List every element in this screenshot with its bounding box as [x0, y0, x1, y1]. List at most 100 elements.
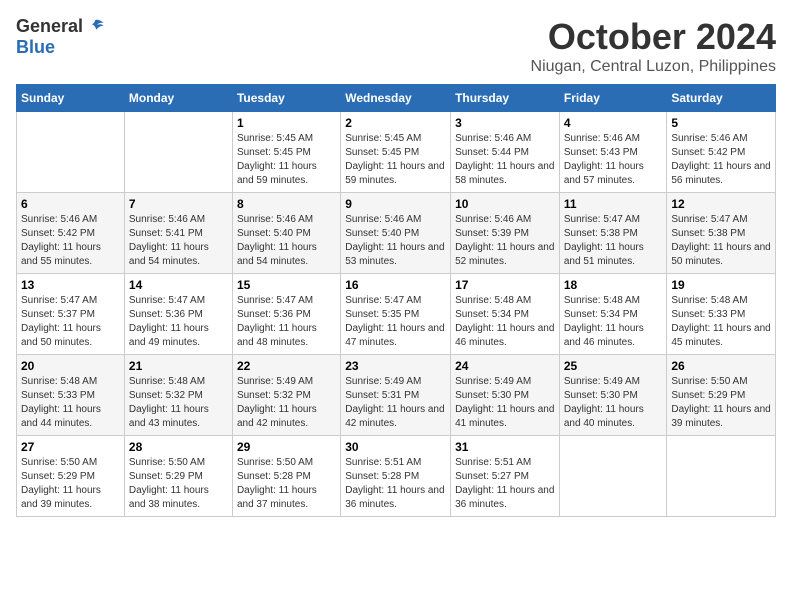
calendar-cell: 29 Sunrise: 5:50 AMSunset: 5:28 PMDayligh…	[232, 436, 340, 517]
calendar-cell: 13 Sunrise: 5:47 AMSunset: 5:37 PMDayligh…	[17, 274, 125, 355]
calendar-cell: 12 Sunrise: 5:47 AMSunset: 5:38 PMDayligh…	[667, 193, 776, 274]
calendar-cell: 11 Sunrise: 5:47 AMSunset: 5:38 PMDayligh…	[559, 193, 667, 274]
day-info: Sunrise: 5:47 AMSunset: 5:38 PMDaylight:…	[671, 213, 771, 269]
calendar-cell: 28 Sunrise: 5:50 AMSunset: 5:29 PMDayligh…	[124, 436, 232, 517]
calendar-cell: 15 Sunrise: 5:47 AMSunset: 5:36 PMDayligh…	[232, 274, 340, 355]
column-header-saturday: Saturday	[667, 85, 776, 112]
day-number: 13	[21, 278, 120, 292]
day-number: 25	[564, 359, 663, 373]
day-info: Sunrise: 5:48 AMSunset: 5:33 PMDaylight:…	[671, 294, 771, 350]
day-info: Sunrise: 5:48 AMSunset: 5:34 PMDaylight:…	[455, 294, 555, 350]
column-header-sunday: Sunday	[17, 85, 125, 112]
calendar-cell: 10 Sunrise: 5:46 AMSunset: 5:39 PMDayligh…	[451, 193, 560, 274]
day-number: 24	[455, 359, 555, 373]
logo-general-text: General	[16, 16, 83, 37]
day-number: 14	[129, 278, 228, 292]
column-header-wednesday: Wednesday	[341, 85, 451, 112]
day-number: 15	[237, 278, 336, 292]
column-header-thursday: Thursday	[451, 85, 560, 112]
calendar-cell: 4 Sunrise: 5:46 AMSunset: 5:43 PMDaylight…	[559, 112, 667, 193]
calendar-cell: 9Sunrise: 5:46 AMSunset: 5:40 PMDaylight…	[341, 193, 451, 274]
day-number: 21	[129, 359, 228, 373]
week-row-3: 13 Sunrise: 5:47 AMSunset: 5:37 PMDayligh…	[17, 274, 776, 355]
day-number: 18	[564, 278, 663, 292]
day-info: Sunrise: 5:47 AMSunset: 5:36 PMDaylight:…	[129, 294, 228, 350]
calendar-body: 1 Sunrise: 5:45 AMSunset: 5:45 PMDaylight…	[17, 112, 776, 517]
logo: General Blue	[16, 16, 105, 58]
logo-blue-text: Blue	[16, 37, 55, 57]
day-info: Sunrise: 5:49 AMSunset: 5:30 PMDaylight:…	[564, 375, 663, 431]
title-area: October 2024 Niugan, Central Luzon, Phil…	[531, 16, 776, 76]
day-info: Sunrise: 5:48 AMSunset: 5:32 PMDaylight:…	[129, 375, 228, 431]
day-number: 5	[671, 116, 771, 130]
day-info: Sunrise: 5:45 AMSunset: 5:45 PMDaylight:…	[345, 132, 446, 188]
day-info: Sunrise: 5:49 AMSunset: 5:32 PMDaylight:…	[237, 375, 336, 431]
day-number: 30	[345, 440, 446, 454]
month-title: October 2024	[531, 16, 776, 58]
day-info: Sunrise: 5:49 AMSunset: 5:31 PMDaylight:…	[345, 375, 446, 431]
day-number: 23	[345, 359, 446, 373]
day-info: Sunrise: 5:46 AMSunset: 5:42 PMDaylight:…	[671, 132, 771, 188]
calendar-cell: 8Sunrise: 5:46 AMSunset: 5:40 PMDaylight…	[232, 193, 340, 274]
header: General Blue October 2024 Niugan, Centra…	[16, 16, 776, 76]
day-number: 3	[455, 116, 555, 130]
day-number: 16	[345, 278, 446, 292]
week-row-1: 1 Sunrise: 5:45 AMSunset: 5:45 PMDaylight…	[17, 112, 776, 193]
calendar-cell	[559, 436, 667, 517]
day-info: Sunrise: 5:45 AMSunset: 5:45 PMDaylight:…	[237, 132, 336, 188]
day-info: Sunrise: 5:48 AMSunset: 5:33 PMDaylight:…	[21, 375, 120, 431]
calendar-cell: 2 Sunrise: 5:45 AMSunset: 5:45 PMDaylight…	[341, 112, 451, 193]
calendar-cell	[124, 112, 232, 193]
day-info: Sunrise: 5:47 AMSunset: 5:38 PMDaylight:…	[564, 213, 663, 269]
calendar-cell: 31Sunrise: 5:51 AMSunset: 5:27 PMDayligh…	[451, 436, 560, 517]
day-info: Sunrise: 5:47 AMSunset: 5:37 PMDaylight:…	[21, 294, 120, 350]
day-info: Sunrise: 5:50 AMSunset: 5:29 PMDaylight:…	[129, 456, 228, 512]
calendar-cell: 19 Sunrise: 5:48 AMSunset: 5:33 PMDayligh…	[667, 274, 776, 355]
day-number: 28	[129, 440, 228, 454]
calendar-header: SundayMondayTuesdayWednesdayThursdayFrid…	[17, 85, 776, 112]
day-number: 22	[237, 359, 336, 373]
day-number: 27	[21, 440, 120, 454]
day-number: 29	[237, 440, 336, 454]
day-info: Sunrise: 5:46 AMSunset: 5:39 PMDaylight:…	[455, 213, 555, 269]
day-number: 4	[564, 116, 663, 130]
day-number: 12	[671, 197, 771, 211]
calendar-cell: 30 Sunrise: 5:51 AMSunset: 5:28 PMDayligh…	[341, 436, 451, 517]
day-info: Sunrise: 5:50 AMSunset: 5:29 PMDaylight:…	[21, 456, 120, 512]
calendar-cell: 22 Sunrise: 5:49 AMSunset: 5:32 PMDayligh…	[232, 355, 340, 436]
calendar-table: SundayMondayTuesdayWednesdayThursdayFrid…	[16, 84, 776, 517]
logo-bird-icon	[85, 17, 105, 37]
calendar-cell: 23 Sunrise: 5:49 AMSunset: 5:31 PMDayligh…	[341, 355, 451, 436]
calendar-cell: 1 Sunrise: 5:45 AMSunset: 5:45 PMDaylight…	[232, 112, 340, 193]
column-header-friday: Friday	[559, 85, 667, 112]
calendar-cell: 7Sunrise: 5:46 AMSunset: 5:41 PMDaylight…	[124, 193, 232, 274]
calendar-cell	[667, 436, 776, 517]
calendar-cell: 27 Sunrise: 5:50 AMSunset: 5:29 PMDayligh…	[17, 436, 125, 517]
calendar-cell: 18Sunrise: 5:48 AMSunset: 5:34 PMDayligh…	[559, 274, 667, 355]
day-number: 10	[455, 197, 555, 211]
day-info: Sunrise: 5:51 AMSunset: 5:28 PMDaylight:…	[345, 456, 446, 512]
day-number: 19	[671, 278, 771, 292]
calendar-cell: 17Sunrise: 5:48 AMSunset: 5:34 PMDayligh…	[451, 274, 560, 355]
calendar-cell: 26Sunrise: 5:50 AMSunset: 5:29 PMDayligh…	[667, 355, 776, 436]
week-row-4: 20 Sunrise: 5:48 AMSunset: 5:33 PMDayligh…	[17, 355, 776, 436]
day-number: 11	[564, 197, 663, 211]
calendar-cell: 20 Sunrise: 5:48 AMSunset: 5:33 PMDayligh…	[17, 355, 125, 436]
calendar-cell: 24 Sunrise: 5:49 AMSunset: 5:30 PMDayligh…	[451, 355, 560, 436]
header-row: SundayMondayTuesdayWednesdayThursdayFrid…	[17, 85, 776, 112]
calendar-cell	[17, 112, 125, 193]
week-row-2: 6Sunrise: 5:46 AMSunset: 5:42 PMDaylight…	[17, 193, 776, 274]
day-info: Sunrise: 5:46 AMSunset: 5:43 PMDaylight:…	[564, 132, 663, 188]
day-info: Sunrise: 5:49 AMSunset: 5:30 PMDaylight:…	[455, 375, 555, 431]
day-number: 7	[129, 197, 228, 211]
calendar-cell: 21 Sunrise: 5:48 AMSunset: 5:32 PMDayligh…	[124, 355, 232, 436]
day-info: Sunrise: 5:46 AMSunset: 5:40 PMDaylight:…	[237, 213, 336, 269]
day-info: Sunrise: 5:50 AMSunset: 5:28 PMDaylight:…	[237, 456, 336, 512]
day-info: Sunrise: 5:47 AMSunset: 5:36 PMDaylight:…	[237, 294, 336, 350]
day-info: Sunrise: 5:46 AMSunset: 5:40 PMDaylight:…	[345, 213, 446, 269]
week-row-5: 27 Sunrise: 5:50 AMSunset: 5:29 PMDayligh…	[17, 436, 776, 517]
day-number: 20	[21, 359, 120, 373]
day-number: 2	[345, 116, 446, 130]
day-number: 6	[21, 197, 120, 211]
day-number: 1	[237, 116, 336, 130]
